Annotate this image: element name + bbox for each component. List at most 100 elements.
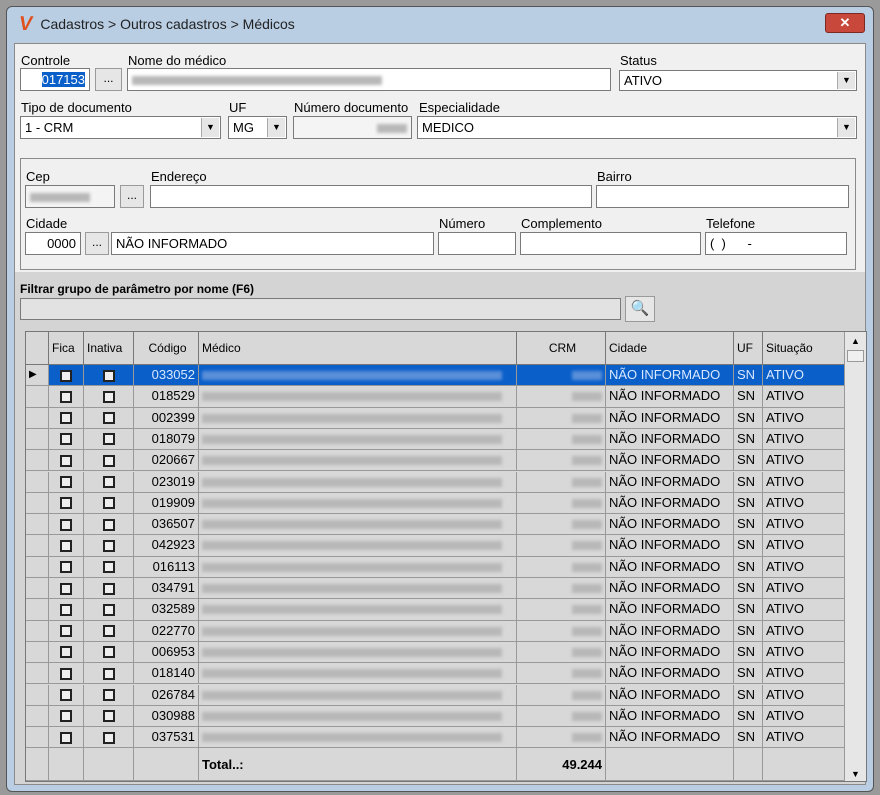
inativa-checkbox[interactable] [84, 365, 134, 387]
checkbox[interactable] [60, 625, 72, 638]
checkbox[interactable] [102, 667, 115, 680]
checkbox[interactable] [102, 476, 115, 489]
checkbox[interactable] [102, 390, 115, 403]
table-row[interactable]: 026784 NÃO INFORMADO SN ATIVO [26, 684, 845, 706]
table-row[interactable]: 018140 NÃO INFORMADO SN ATIVO [26, 663, 845, 685]
checkbox[interactable] [102, 412, 115, 425]
fica-checkbox[interactable] [49, 514, 84, 536]
inativa-checkbox[interactable] [84, 450, 134, 472]
scroll-up-icon[interactable]: ▲ [845, 332, 866, 350]
status-select[interactable]: ATIVO ▼ [619, 70, 857, 91]
checkbox[interactable] [102, 497, 115, 510]
fica-checkbox[interactable] [49, 620, 84, 642]
checkbox[interactable] [102, 561, 115, 574]
bairro-input[interactable] [596, 185, 849, 208]
inativa-checkbox[interactable] [84, 727, 134, 749]
table-row[interactable]: 032589 NÃO INFORMADO SN ATIVO [26, 599, 845, 621]
checkbox[interactable] [60, 646, 72, 659]
checkbox[interactable] [102, 625, 115, 638]
scroll-down-icon[interactable]: ▼ [845, 769, 866, 779]
table-row[interactable]: 037531 NÃO INFORMADO SN ATIVO [26, 727, 845, 749]
checkbox[interactable] [102, 646, 115, 659]
cidade-input[interactable]: NÃO INFORMADO [111, 232, 434, 255]
checkbox[interactable] [102, 603, 115, 616]
col-crm[interactable]: CRM [517, 332, 606, 365]
cidade-code-input[interactable]: 0000 [25, 232, 81, 255]
checkbox[interactable] [60, 689, 72, 702]
checkbox[interactable] [60, 412, 72, 425]
checkbox[interactable] [60, 476, 72, 489]
table-row[interactable]: ▶ 033052 NÃO INFORMADO SN ATIVO [26, 365, 845, 387]
checkbox[interactable] [60, 539, 72, 552]
fica-checkbox[interactable] [49, 407, 84, 429]
checkbox[interactable] [60, 433, 72, 446]
inativa-checkbox[interactable] [84, 386, 134, 408]
col-uf[interactable]: UF [734, 332, 763, 365]
checkbox[interactable] [102, 689, 115, 702]
table-row[interactable]: 022770 NÃO INFORMADO SN ATIVO [26, 620, 845, 642]
checkbox[interactable] [60, 667, 72, 680]
inativa-checkbox[interactable] [84, 578, 134, 600]
fica-checkbox[interactable] [49, 705, 84, 728]
inativa-checkbox[interactable] [84, 684, 134, 706]
fica-checkbox[interactable] [49, 535, 84, 557]
inativa-checkbox[interactable] [84, 407, 134, 429]
checkbox[interactable] [102, 454, 115, 467]
inativa-checkbox[interactable] [84, 471, 134, 493]
checkbox[interactable] [102, 369, 115, 382]
checkbox[interactable] [102, 518, 115, 531]
table-row[interactable]: 023019 NÃO INFORMADO SN ATIVO [26, 471, 845, 493]
checkbox[interactable] [102, 539, 115, 552]
fica-checkbox[interactable] [49, 684, 84, 706]
checkbox[interactable] [60, 710, 72, 723]
checkbox[interactable] [60, 369, 72, 382]
col-codigo[interactable]: Código [134, 332, 199, 365]
table-row[interactable]: 006953 NÃO INFORMADO SN ATIVO [26, 641, 845, 664]
inativa-checkbox[interactable] [84, 514, 134, 536]
nome-input[interactable] [127, 68, 611, 91]
uf-select[interactable]: MG ▼ [228, 116, 287, 139]
checkbox[interactable] [60, 518, 72, 531]
numero-doc-input[interactable] [293, 116, 412, 139]
cep-lookup-button[interactable]: ... [120, 185, 144, 208]
checkbox[interactable] [60, 582, 72, 595]
close-button[interactable]: ✕ [825, 13, 865, 33]
fica-checkbox[interactable] [49, 578, 84, 600]
search-button[interactable]: 🔍 [625, 296, 655, 322]
checkbox[interactable] [102, 582, 115, 595]
checkbox[interactable] [102, 433, 115, 446]
checkbox[interactable] [102, 710, 115, 723]
table-row[interactable]: 016113 NÃO INFORMADO SN ATIVO [26, 556, 845, 578]
col-cidade[interactable]: Cidade [606, 332, 734, 365]
inativa-checkbox[interactable] [84, 492, 134, 515]
fica-checkbox[interactable] [49, 492, 84, 515]
fica-checkbox[interactable] [49, 428, 84, 451]
table-row[interactable]: 002399 NÃO INFORMADO SN ATIVO [26, 407, 845, 429]
fica-checkbox[interactable] [49, 727, 84, 749]
scroll-thumb[interactable] [847, 350, 864, 362]
checkbox[interactable] [60, 603, 72, 616]
table-row[interactable]: 034791 NÃO INFORMADO SN ATIVO [26, 578, 845, 600]
table-row[interactable]: 018529 NÃO INFORMADO SN ATIVO [26, 386, 845, 408]
table-row[interactable]: 030988 NÃO INFORMADO SN ATIVO [26, 705, 845, 728]
endereco-input[interactable] [150, 185, 592, 208]
inativa-checkbox[interactable] [84, 428, 134, 451]
vertical-scrollbar[interactable]: ▲ ▼ [844, 332, 866, 781]
checkbox[interactable] [60, 561, 72, 574]
checkbox[interactable] [60, 731, 72, 744]
fica-checkbox[interactable] [49, 386, 84, 408]
col-fica[interactable]: Fica [49, 332, 84, 365]
controle-lookup-button[interactable]: ... [95, 68, 122, 91]
fica-checkbox[interactable] [49, 556, 84, 578]
inativa-checkbox[interactable] [84, 705, 134, 728]
inativa-checkbox[interactable] [84, 620, 134, 642]
col-situacao[interactable]: Situação [763, 332, 845, 365]
fica-checkbox[interactable] [49, 450, 84, 472]
checkbox[interactable] [60, 497, 72, 510]
tipo-select[interactable]: 1 - CRM ▼ [20, 116, 221, 139]
cidade-lookup-button[interactable]: ... [85, 232, 109, 255]
telefone-input[interactable]: ( ) - [705, 232, 847, 255]
col-medico[interactable]: Médico [199, 332, 517, 365]
col-inativa[interactable]: Inativa [84, 332, 134, 365]
complemento-input[interactable] [520, 232, 701, 255]
